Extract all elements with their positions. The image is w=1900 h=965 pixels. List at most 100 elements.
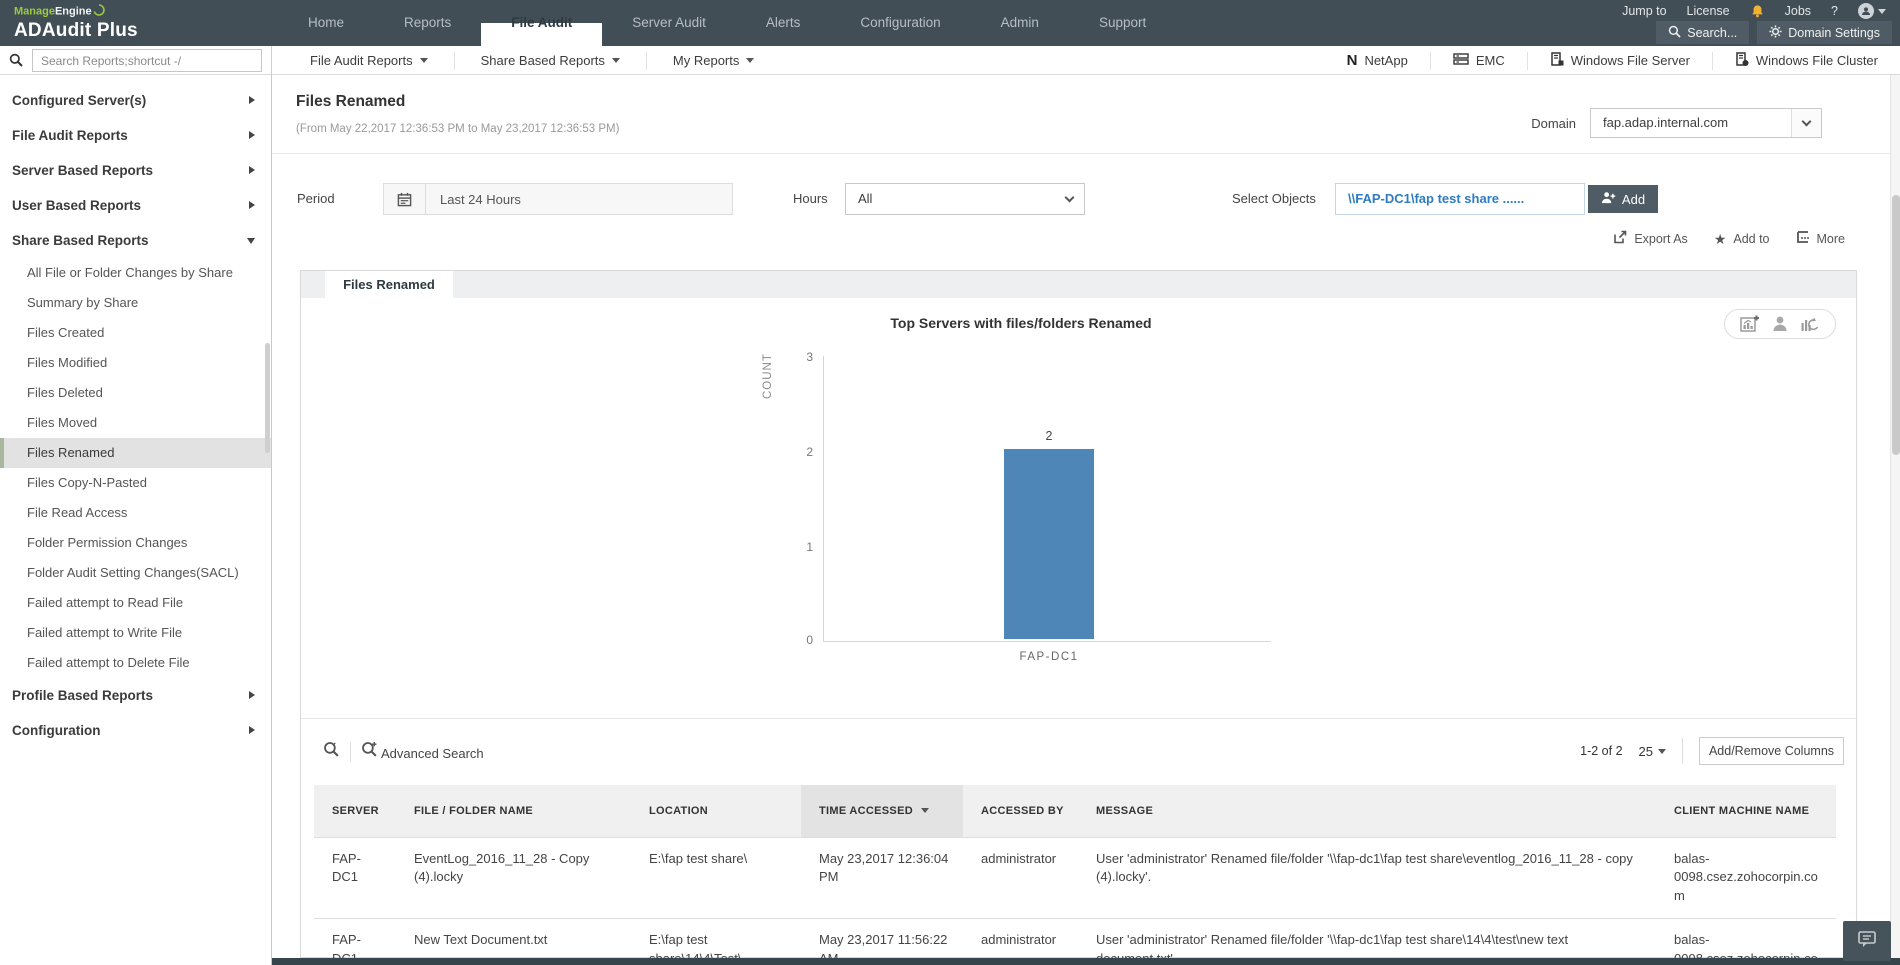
brand-text: ManageEngine bbox=[14, 4, 138, 19]
page-size-select[interactable]: 25 bbox=[1639, 744, 1666, 759]
column-header-file-folder-name[interactable]: FILE / FOLDER NAME bbox=[396, 785, 631, 837]
sidebar-item-failed-attempt-delete[interactable]: Failed attempt to Delete File bbox=[0, 648, 271, 678]
chevron-down-icon bbox=[612, 58, 620, 63]
sidebar-item-summary-by-share[interactable]: Summary by Share bbox=[0, 288, 271, 318]
chart-x-axis bbox=[823, 641, 1271, 642]
search-icon bbox=[9, 53, 23, 67]
scrollbar-thumb[interactable] bbox=[1892, 195, 1900, 455]
domain-settings-button[interactable]: Domain Settings bbox=[1757, 21, 1892, 44]
sidebar-section-configuration[interactable]: Configuration bbox=[0, 713, 271, 748]
license-link[interactable]: License bbox=[1687, 4, 1730, 18]
more-button[interactable]: More bbox=[1796, 230, 1845, 247]
y-tick-1: 1 bbox=[787, 540, 813, 554]
export-as-button[interactable]: Export As bbox=[1613, 230, 1688, 247]
sidebar-item-files-created[interactable]: Files Created bbox=[0, 318, 271, 348]
menu-my-reports[interactable]: My Reports bbox=[647, 52, 780, 70]
table-header-row: SERVER FILE / FOLDER NAME LOCATION TIME … bbox=[314, 785, 1836, 837]
sidebar-section-server-based-reports[interactable]: Server Based Reports bbox=[0, 153, 271, 188]
select-objects-value[interactable]: \\FAP-DC1\fap test share ...... bbox=[1335, 183, 1585, 215]
sidebar-section-user-based-reports[interactable]: User Based Reports bbox=[0, 188, 271, 223]
divider bbox=[350, 742, 351, 762]
nav-tab-home[interactable]: Home bbox=[278, 0, 374, 46]
sidebar-item-folder-audit-setting-changes[interactable]: Folder Audit Setting Changes(SACL) bbox=[0, 558, 271, 588]
gear-icon bbox=[1769, 25, 1782, 41]
sidebar-section-profile-based-reports[interactable]: Profile Based Reports bbox=[0, 678, 271, 713]
nav-tab-support[interactable]: Support bbox=[1069, 0, 1176, 46]
column-header-client-machine-name[interactable]: CLIENT MACHINE NAME bbox=[1656, 785, 1836, 837]
netapp-link[interactable]: NNetApp bbox=[1325, 52, 1431, 70]
chart-y-axis bbox=[823, 356, 824, 641]
page-scrollbar[interactable] bbox=[1890, 75, 1900, 958]
adaudit-plus-app: ManageEngine ADAudit Plus Home Reports F… bbox=[0, 0, 1900, 965]
feedback-button[interactable] bbox=[1843, 921, 1891, 961]
sidebar-item-files-deleted[interactable]: Files Deleted bbox=[0, 378, 271, 408]
notification-bell-icon[interactable] bbox=[1750, 4, 1765, 19]
export-icon bbox=[1613, 230, 1627, 247]
refresh-chart-icon[interactable] bbox=[1800, 315, 1820, 333]
bar-value-label: 2 bbox=[1004, 429, 1094, 443]
advanced-search-icon[interactable] bbox=[361, 741, 378, 763]
column-header-accessed-by[interactable]: ACCESSED BY bbox=[963, 785, 1078, 837]
sidebar-item-all-file-or-folder-changes[interactable]: All File or Folder Changes by Share bbox=[0, 258, 271, 288]
sidebar-item-file-read-access[interactable]: File Read Access bbox=[0, 498, 271, 528]
chevron-down-icon bbox=[1791, 109, 1821, 137]
divider bbox=[301, 718, 1856, 719]
chart-bar[interactable] bbox=[1004, 449, 1094, 639]
chevron-right-icon bbox=[249, 726, 255, 734]
column-header-location[interactable]: LOCATION bbox=[631, 785, 801, 837]
jump-to-link[interactable]: Jump to bbox=[1622, 4, 1666, 18]
menu-file-audit-reports[interactable]: File Audit Reports bbox=[284, 52, 455, 70]
add-objects-button[interactable]: Add bbox=[1588, 185, 1658, 213]
report-date-range: (From May 22,2017 12:36:53 PM to May 23,… bbox=[296, 123, 619, 135]
user-menu[interactable] bbox=[1858, 3, 1886, 19]
chevron-right-icon bbox=[249, 166, 255, 174]
sidebar-section-configured-servers[interactable]: Configured Server(s) bbox=[0, 83, 271, 118]
results-table: SERVER FILE / FOLDER NAME LOCATION TIME … bbox=[314, 785, 1836, 965]
nav-tab-file-audit[interactable]: File Audit bbox=[481, 0, 602, 46]
period-value: Last 24 Hours bbox=[426, 192, 521, 207]
column-header-time-accessed[interactable]: TIME ACCESSED bbox=[801, 785, 963, 837]
add-remove-columns-button[interactable]: Add/Remove Columns bbox=[1699, 737, 1844, 765]
column-header-message[interactable]: MESSAGE bbox=[1078, 785, 1656, 837]
add-to-button[interactable]: ★Add to bbox=[1714, 232, 1770, 246]
add-chart-icon[interactable] bbox=[1740, 315, 1760, 333]
sidebar-item-folder-permission-changes[interactable]: Folder Permission Changes bbox=[0, 528, 271, 558]
sidebar-item-files-copy-n-pasted[interactable]: Files Copy-N-Pasted bbox=[0, 468, 271, 498]
sidebar-item-files-renamed[interactable]: Files Renamed bbox=[0, 438, 271, 468]
sidebar-item-files-moved[interactable]: Files Moved bbox=[0, 408, 271, 438]
emc-icon bbox=[1453, 52, 1469, 69]
report-search-area bbox=[0, 46, 272, 75]
menu-share-based-reports[interactable]: Share Based Reports bbox=[455, 52, 647, 70]
netapp-icon: N bbox=[1347, 52, 1358, 69]
advanced-search-link[interactable]: Advanced Search bbox=[381, 746, 484, 761]
domain-select[interactable]: fap.adap.internal.com bbox=[1590, 108, 1822, 138]
nav-tab-configuration[interactable]: Configuration bbox=[830, 0, 970, 46]
hours-select[interactable]: All bbox=[845, 183, 1085, 215]
main-nav: Home Reports File Audit Server Audit Ale… bbox=[278, 0, 1176, 46]
nav-tab-server-audit[interactable]: Server Audit bbox=[602, 0, 736, 46]
sidebar-item-failed-attempt-read[interactable]: Failed attempt to Read File bbox=[0, 588, 271, 618]
table-row[interactable]: FAP-DC1 EventLog_2016_11_28 - Copy (4).l… bbox=[314, 837, 1836, 919]
sidebar-item-files-modified[interactable]: Files Modified bbox=[0, 348, 271, 378]
user-chart-icon[interactable] bbox=[1771, 315, 1789, 333]
help-link[interactable]: ? bbox=[1831, 4, 1838, 18]
nav-tab-admin[interactable]: Admin bbox=[971, 0, 1069, 46]
nav-tab-alerts[interactable]: Alerts bbox=[736, 0, 831, 46]
sidebar-item-failed-attempt-write[interactable]: Failed attempt to Write File bbox=[0, 618, 271, 648]
emc-link[interactable]: EMC bbox=[1431, 52, 1528, 70]
period-picker[interactable]: Last 24 Hours bbox=[383, 183, 733, 215]
sidebar-section-share-based-reports[interactable]: Share Based Reports bbox=[0, 223, 271, 258]
tab-files-renamed[interactable]: Files Renamed bbox=[325, 271, 453, 298]
windows-file-server-link[interactable]: Windows File Server bbox=[1528, 52, 1713, 70]
server-tower-icon bbox=[1550, 52, 1564, 70]
global-search-button[interactable]: Search... bbox=[1656, 21, 1749, 44]
quick-search-icon[interactable] bbox=[323, 741, 340, 763]
brand-engine: Engine bbox=[55, 5, 92, 17]
windows-file-cluster-link[interactable]: Windows File Cluster bbox=[1713, 52, 1878, 70]
nav-tab-reports[interactable]: Reports bbox=[374, 0, 481, 46]
sidebar-section-file-audit-reports[interactable]: File Audit Reports bbox=[0, 118, 271, 153]
sidebar-scrollbar[interactable] bbox=[265, 343, 270, 453]
column-header-server[interactable]: SERVER bbox=[314, 785, 396, 837]
jobs-link[interactable]: Jobs bbox=[1785, 4, 1811, 18]
report-search-input[interactable] bbox=[32, 49, 262, 72]
